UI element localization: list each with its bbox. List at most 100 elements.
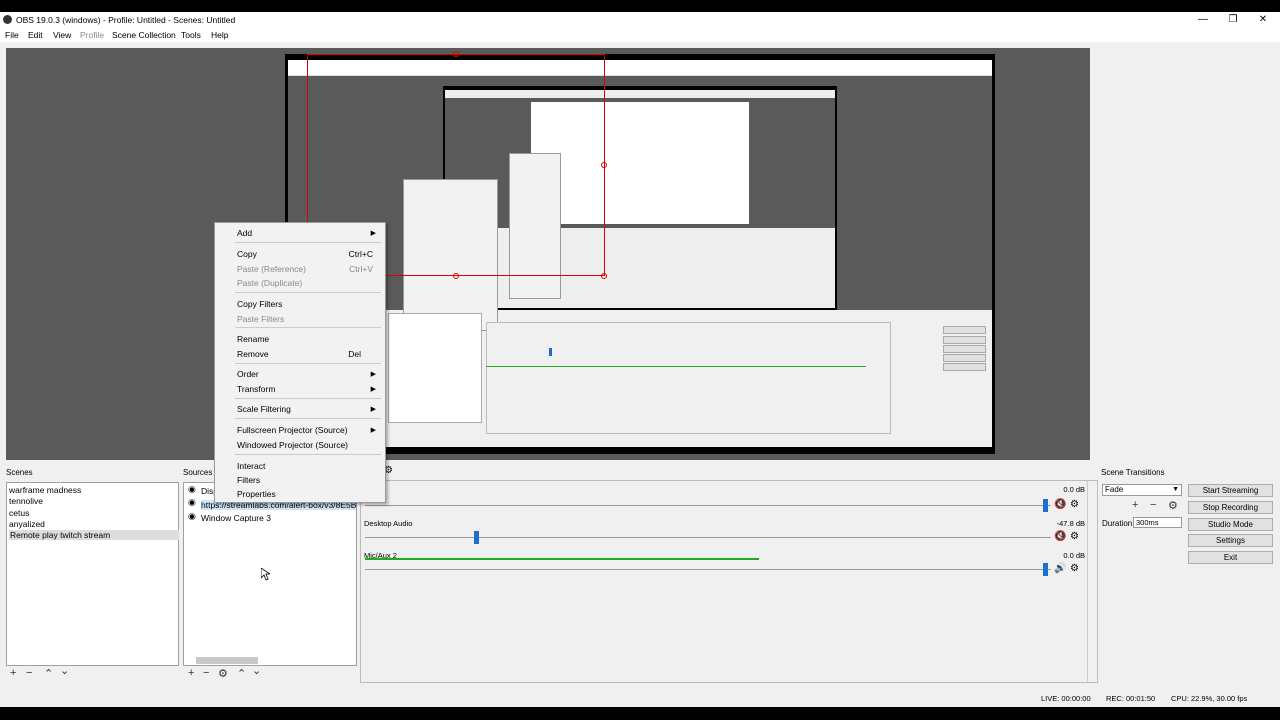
menu-tools[interactable]: Tools — [181, 30, 201, 40]
menu-item-paste-reference[interactable]: Paste (Reference) — [237, 264, 306, 274]
menu-scene-collection[interactable]: Scene Collection — [112, 30, 176, 40]
exit-button[interactable]: Exit — [1188, 551, 1273, 564]
submenu-arrow-icon: ▶ — [370, 230, 376, 237]
remove-source-icon[interactable]: − — [203, 667, 209, 679]
resize-handle[interactable] — [601, 162, 607, 168]
separator — [235, 454, 381, 455]
studio-mode-button[interactable]: Studio Mode — [1188, 518, 1273, 531]
remove-scene-icon[interactable]: − — [26, 667, 32, 679]
move-down-icon[interactable]: ⌄ — [60, 664, 69, 677]
mixer-scrollbar[interactable] — [1087, 481, 1088, 682]
mute-icon[interactable]: 🔇 — [1054, 499, 1066, 510]
minimize-button[interactable]: — — [1188, 12, 1218, 28]
chevron-down-icon: ▼ — [1172, 486, 1179, 493]
close-button[interactable]: ✕ — [1248, 12, 1278, 28]
menu-item-paste-filters[interactable]: Paste Filters — [237, 314, 284, 324]
stop-recording-button[interactable]: Stop Recording — [1188, 501, 1273, 514]
duration-spinbox[interactable]: 300ms — [1133, 517, 1182, 528]
status-bar: LIVE: 00:00:00 REC: 00:01:50 CPU: 22.9%,… — [0, 690, 1280, 706]
channel-db: 0.0 dB — [1063, 485, 1085, 494]
settings-button[interactable]: Settings — [1188, 534, 1273, 547]
scene-item[interactable]: tennolive — [9, 496, 43, 506]
add-scene-icon[interactable]: + — [10, 667, 16, 679]
menu-item-copy-filters[interactable]: Copy Filters — [237, 299, 282, 309]
live-status: LIVE: 00:00:00 — [1041, 694, 1091, 703]
submenu-arrow-icon: ▶ — [370, 406, 376, 413]
channel-db: -47.8 dB — [1056, 519, 1085, 528]
gear-icon[interactable]: ⚙ — [1070, 531, 1079, 542]
transition-select[interactable]: Fade ▼ — [1102, 484, 1182, 496]
gear-icon[interactable]: ⚙ — [1070, 499, 1079, 510]
add-source-icon[interactable]: + — [188, 667, 194, 679]
eye-icon[interactable]: ◉ — [188, 484, 196, 495]
maximize-button[interactable]: ❐ — [1218, 12, 1248, 28]
scenes-list[interactable]: warframe madness tennolive cetus anyaliz… — [6, 482, 179, 666]
menu-view[interactable]: View — [53, 30, 71, 40]
separator — [235, 418, 381, 419]
menu-item-filters[interactable]: Filters — [237, 475, 260, 485]
separator — [235, 398, 381, 399]
transition-properties-icon[interactable]: ⚙ — [1168, 499, 1178, 512]
scene-item[interactable]: cetus — [9, 508, 29, 518]
resize-handle[interactable] — [601, 273, 607, 279]
menu-item-scale-filtering[interactable]: Scale Filtering — [237, 404, 291, 414]
submenu-arrow-icon: ▶ — [370, 427, 376, 434]
rec-status: REC: 00:01:50 — [1106, 694, 1156, 703]
level-meter — [365, 558, 759, 560]
transition-selected: Fade — [1105, 485, 1124, 494]
horizontal-scrollbar[interactable] — [196, 657, 258, 664]
start-streaming-button[interactable]: Start Streaming — [1188, 484, 1273, 497]
add-transition-icon[interactable]: + — [1132, 499, 1138, 511]
menu-item-interact[interactable]: Interact — [237, 461, 265, 471]
menu-item-remove[interactable]: Remove — [237, 349, 269, 359]
channel-db: 0.0 dB — [1063, 551, 1085, 560]
resize-handle[interactable] — [453, 273, 459, 279]
menu-item-transform[interactable]: Transform — [237, 384, 275, 394]
eye-icon[interactable]: ◉ — [188, 511, 196, 522]
volume-track[interactable] — [365, 537, 1051, 538]
menu-item-order[interactable]: Order — [237, 369, 259, 379]
resize-handle[interactable] — [453, 51, 459, 57]
volume-fader[interactable] — [474, 531, 479, 544]
menu-profile[interactable]: Profile — [80, 30, 104, 40]
menu-item-windowed-projector[interactable]: Windowed Projector (Source) — [237, 440, 348, 450]
scene-item[interactable]: warframe madness — [9, 485, 81, 495]
menu-item-add[interactable]: Add — [237, 228, 252, 238]
mute-icon[interactable]: 🔇 — [1054, 531, 1066, 542]
gear-icon[interactable]: ⚙ — [1070, 563, 1079, 574]
volume-track[interactable] — [365, 569, 1051, 570]
shortcut-copy: Ctrl+C — [348, 249, 373, 259]
submenu-arrow-icon: ▶ — [370, 386, 376, 393]
duration-label: Duration — [1102, 519, 1133, 528]
remove-transition-icon[interactable]: − — [1150, 499, 1156, 511]
menu-help[interactable]: Help — [211, 30, 228, 40]
menu-file[interactable]: File — [5, 30, 19, 40]
sources-label: Sources — [183, 468, 213, 477]
scene-item-selected[interactable]: Remote play twitch stream — [9, 530, 179, 540]
menu-item-paste-duplicate[interactable]: Paste (Duplicate) — [237, 278, 302, 288]
source-item[interactable]: Window Capture 3 — [201, 513, 271, 523]
mouse-cursor-icon — [261, 568, 270, 581]
menu-item-rename[interactable]: Rename — [237, 334, 269, 344]
volume-fader[interactable] — [1043, 499, 1048, 512]
channel-name: Desktop Audio — [364, 519, 413, 528]
menu-item-properties[interactable]: Properties — [237, 489, 276, 499]
cpu-status: CPU: 22.9%, 30.00 fps — [1171, 694, 1248, 703]
eye-icon[interactable]: ◉ — [188, 497, 196, 508]
menu-item-copy[interactable]: Copy — [237, 249, 257, 259]
scene-item[interactable]: anyalized — [9, 519, 45, 529]
title-bar: OBS 19.0.3 (windows) - Profile: Untitled… — [0, 12, 1280, 28]
move-down-icon[interactable]: ⌄ — [252, 664, 261, 677]
move-up-icon[interactable]: ⌃ — [44, 667, 53, 680]
speaker-icon[interactable]: 🔊 — [1054, 563, 1066, 574]
separator — [235, 327, 381, 328]
source-properties-icon[interactable]: ⚙ — [218, 667, 228, 680]
separator — [235, 292, 381, 293]
move-up-icon[interactable]: ⌃ — [237, 667, 246, 680]
volume-track[interactable] — [365, 505, 1051, 506]
menu-bar: File Edit View Profile Scene Collection … — [0, 28, 1280, 42]
volume-fader[interactable] — [1043, 563, 1048, 576]
sources-list[interactable]: ◉ Disp ◉ https://streamlabs.com/alert-bo… — [183, 482, 357, 666]
menu-edit[interactable]: Edit — [28, 30, 43, 40]
menu-item-fullscreen-projector[interactable]: Fullscreen Projector (Source) — [237, 425, 348, 435]
